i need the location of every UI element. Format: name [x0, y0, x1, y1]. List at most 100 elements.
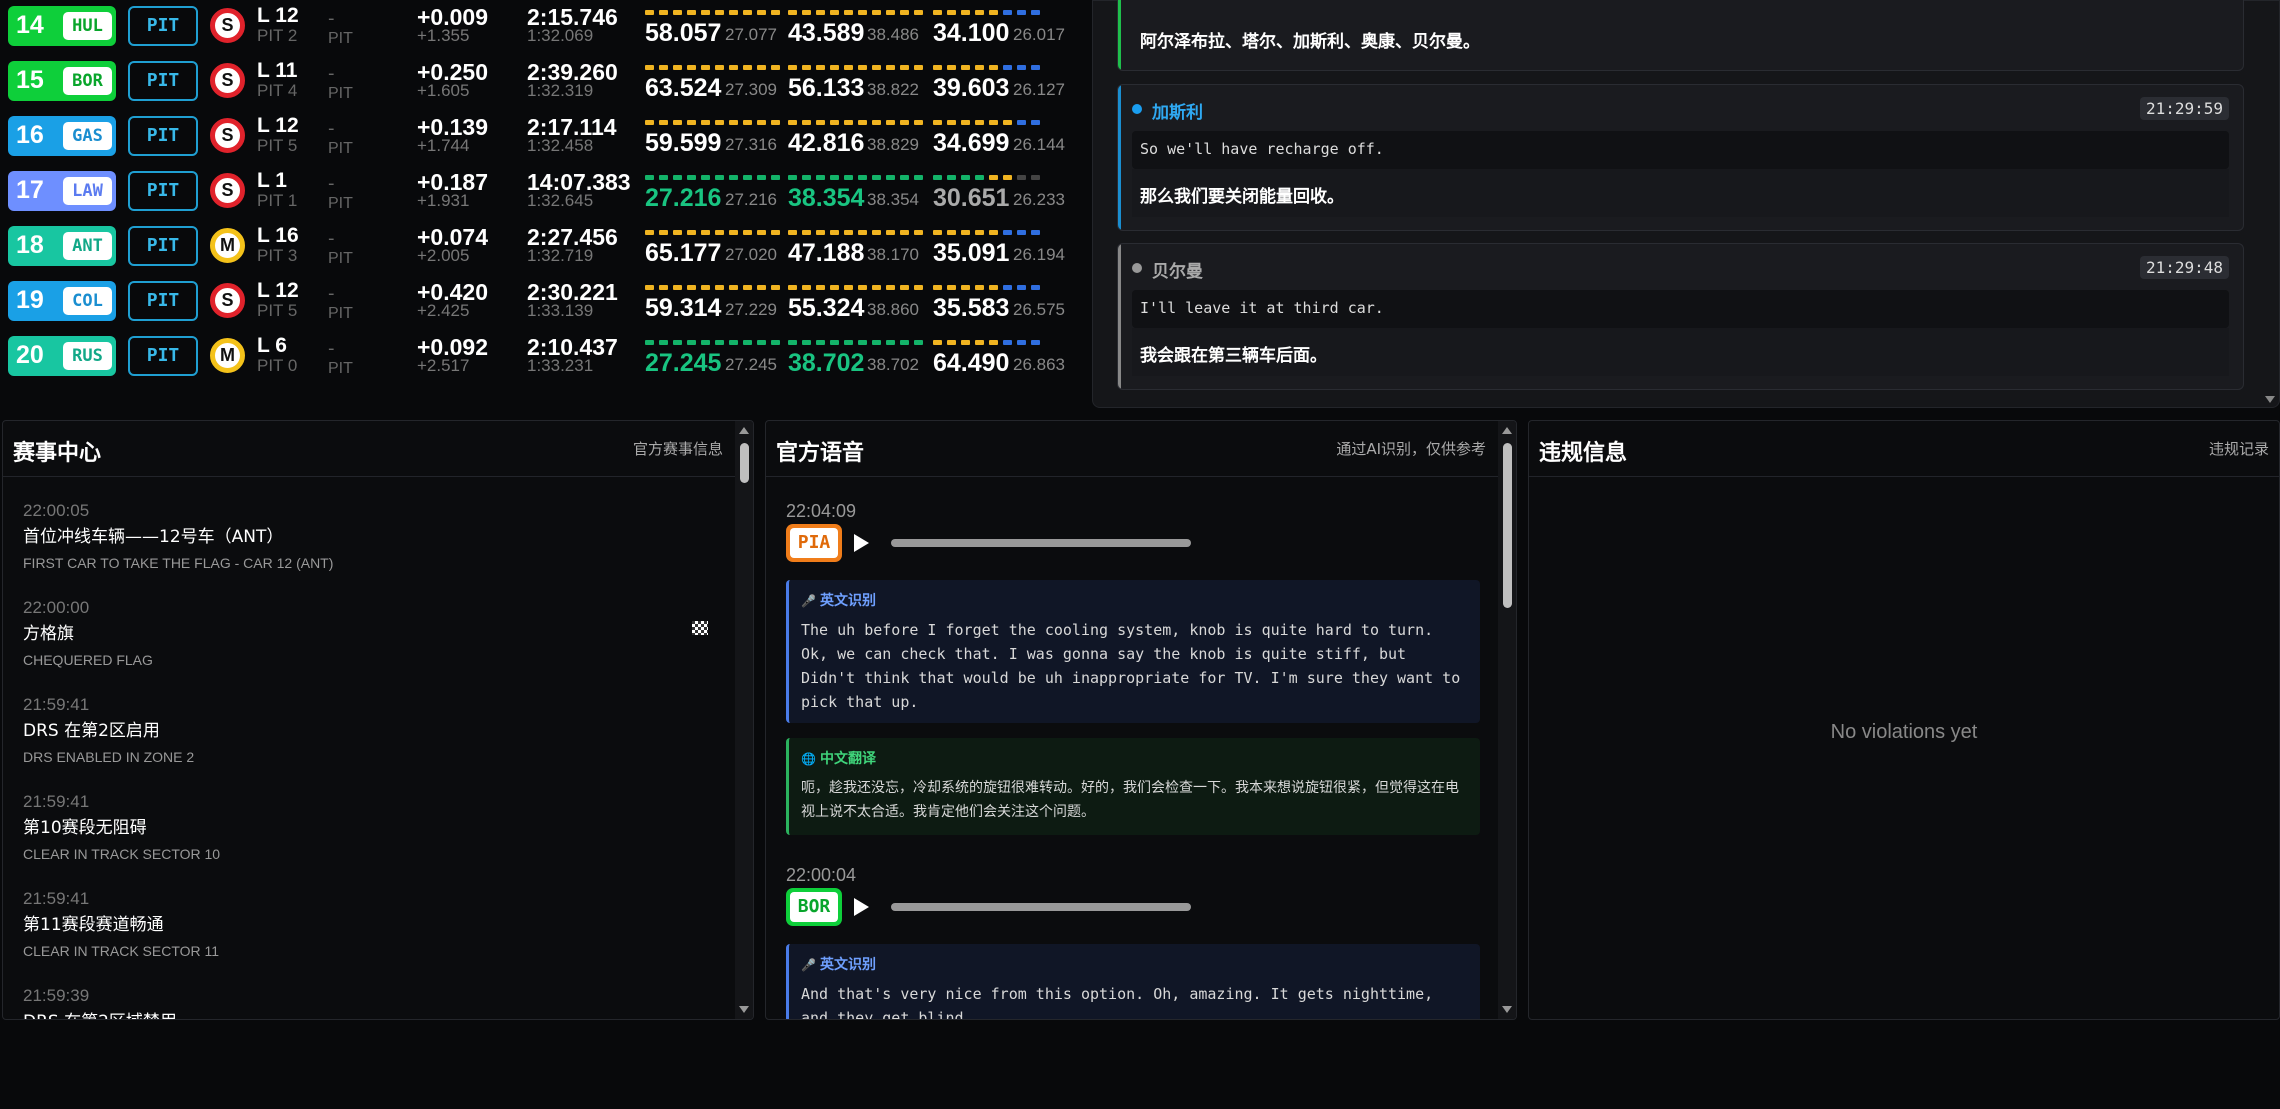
sector-3: 35.091 26.194	[933, 230, 1065, 270]
chequered-flag-icon	[692, 621, 708, 635]
radio-message: 贝尔曼 21:29:48 I'll leave it at third car. 我会…	[1117, 243, 2244, 390]
scroll-thumb[interactable]	[740, 443, 749, 483]
sector-best: 26.194	[1013, 245, 1065, 264]
mini-sector-segment	[830, 175, 839, 180]
sector-time: 63.524	[645, 74, 722, 102]
race-event: 21:59:39 DRS 在第2区域禁用	[23, 986, 703, 1019]
mini-sector-segment	[743, 175, 752, 180]
mini-sector-segment	[1017, 230, 1026, 235]
pit-button[interactable]: PIT	[128, 171, 198, 211]
team-radio-feed: 贝尔曼 21:29:48 I'll leave it at third car. 我会…	[1092, 0, 2280, 408]
sector-time: 65.177	[645, 239, 722, 267]
mini-sector-segment	[900, 285, 909, 290]
best-lap-time: 1:32.645	[527, 191, 594, 210]
pit-button[interactable]: PIT	[128, 226, 198, 266]
mini-sector-segment	[933, 285, 942, 290]
scroll-down-icon[interactable]	[1502, 1006, 1512, 1013]
mini-sectors	[933, 120, 1040, 125]
sector-best: 38.702	[867, 355, 919, 374]
translation-header: 🌐 中文翻译	[801, 748, 1468, 768]
tyre-compound-icon: S	[210, 118, 245, 153]
mini-sector-segment	[900, 230, 909, 235]
mini-sector-segment	[757, 340, 766, 345]
scroll-down-icon[interactable]	[739, 1006, 749, 1013]
mini-sector-segment	[830, 10, 839, 15]
mini-sector-segment	[687, 10, 696, 15]
transcript-header: 🎤 英文识别	[801, 590, 1468, 610]
transcript-label: 英文识别	[819, 957, 876, 973]
mini-sector-segment	[886, 285, 895, 290]
mini-sector-segment	[743, 65, 752, 70]
mini-sector-segment	[858, 285, 867, 290]
pit-count: PIT 5	[257, 136, 298, 155]
pit-button[interactable]: PIT	[128, 281, 198, 321]
audio-progress[interactable]	[891, 539, 1191, 547]
mini-sector-segment	[701, 285, 710, 290]
mini-sector-segment	[947, 340, 956, 345]
race-event: 21:59:41 DRS 在第2区启用 DRS ENABLED IN ZONE 2	[23, 695, 703, 765]
mini-sector-segment	[788, 230, 797, 235]
mini-sector-segment	[771, 10, 780, 15]
globe-icon: 🌐	[801, 752, 816, 766]
scroll-thumb[interactable]	[1503, 443, 1512, 608]
sector-best: 27.245	[725, 355, 777, 374]
event-message: DRS 在第2区域禁用	[23, 1007, 703, 1019]
sector-time: 38.354	[788, 184, 865, 212]
sector-best: 26.575	[1013, 300, 1065, 319]
pit-label: PIT	[328, 140, 353, 157]
mini-sector-segment	[844, 285, 853, 290]
mini-sector-segment	[659, 285, 668, 290]
mini-sector-segment	[771, 120, 780, 125]
pit-button[interactable]: PIT	[128, 6, 198, 46]
sector-best: 27.077	[725, 25, 777, 44]
position-number: 17	[16, 176, 44, 204]
sector-best: 27.020	[725, 245, 777, 264]
mini-sector-segment	[771, 230, 780, 235]
mini-sector-segment	[715, 285, 724, 290]
mini-sector-segment	[771, 65, 780, 70]
mini-sector-segment	[673, 65, 682, 70]
sector-best: 26.127	[1013, 80, 1065, 99]
play-icon[interactable]	[854, 534, 869, 552]
sector-time: 64.490	[933, 349, 1010, 377]
mini-sector-segment	[788, 65, 797, 70]
pit-button[interactable]: PIT	[128, 336, 198, 376]
mini-sector-segment	[872, 120, 881, 125]
pit-button[interactable]: PIT	[128, 61, 198, 101]
mini-sector-segment	[729, 10, 738, 15]
scroll-up-icon[interactable]	[739, 427, 749, 434]
mini-sector-segment	[701, 230, 710, 235]
position-number: 20	[16, 341, 44, 369]
scroll-up-icon[interactable]	[1502, 427, 1512, 434]
scrollbar[interactable]	[1498, 421, 1516, 1019]
scrollbar[interactable]	[735, 421, 753, 1019]
mini-sectors	[788, 175, 923, 180]
audio-progress[interactable]	[891, 903, 1191, 911]
sector-time: 34.100	[933, 19, 1010, 47]
mini-sector-segment	[975, 230, 984, 235]
mini-sector-segment	[872, 340, 881, 345]
driver-badge: PIA	[786, 524, 842, 562]
mini-sector-segment	[900, 340, 909, 345]
play-icon[interactable]	[854, 898, 869, 916]
driver-row: 14 HUL PIT S L 12 PIT 2- PIT +0.009 +1.355 2:15.7…	[0, 0, 1088, 55]
sector-3: 30.651 26.233	[933, 175, 1065, 215]
tyre-compound-icon: S	[210, 8, 245, 43]
mini-sector-segment	[947, 230, 956, 235]
driver-dot-icon	[1132, 104, 1142, 114]
mini-sector-segment	[1003, 10, 1012, 15]
panel-title: 赛事中心	[13, 441, 102, 466]
best-lap-time: 1:32.719	[527, 246, 594, 265]
scroll-down-arrow[interactable]	[2265, 396, 2275, 403]
mini-sector-segment	[886, 340, 895, 345]
mini-sector-segment	[673, 175, 682, 180]
sector-best: 38.860	[867, 300, 919, 319]
pit-button[interactable]: PIT	[128, 116, 198, 156]
mini-sector-segment	[659, 120, 668, 125]
pit-status: -	[328, 118, 335, 139]
accent-bar	[1118, 0, 1121, 70]
mini-sector-segment	[1003, 65, 1012, 70]
driver-row: 18 ANT PIT M L 16 PIT 3- PIT +0.074 +2.005 2:27.4…	[0, 220, 1088, 275]
timing-tower: 14 HUL PIT S L 12 PIT 2- PIT +0.009 +1.355 2:15.7…	[0, 0, 1088, 410]
mini-sector-segment	[975, 340, 984, 345]
